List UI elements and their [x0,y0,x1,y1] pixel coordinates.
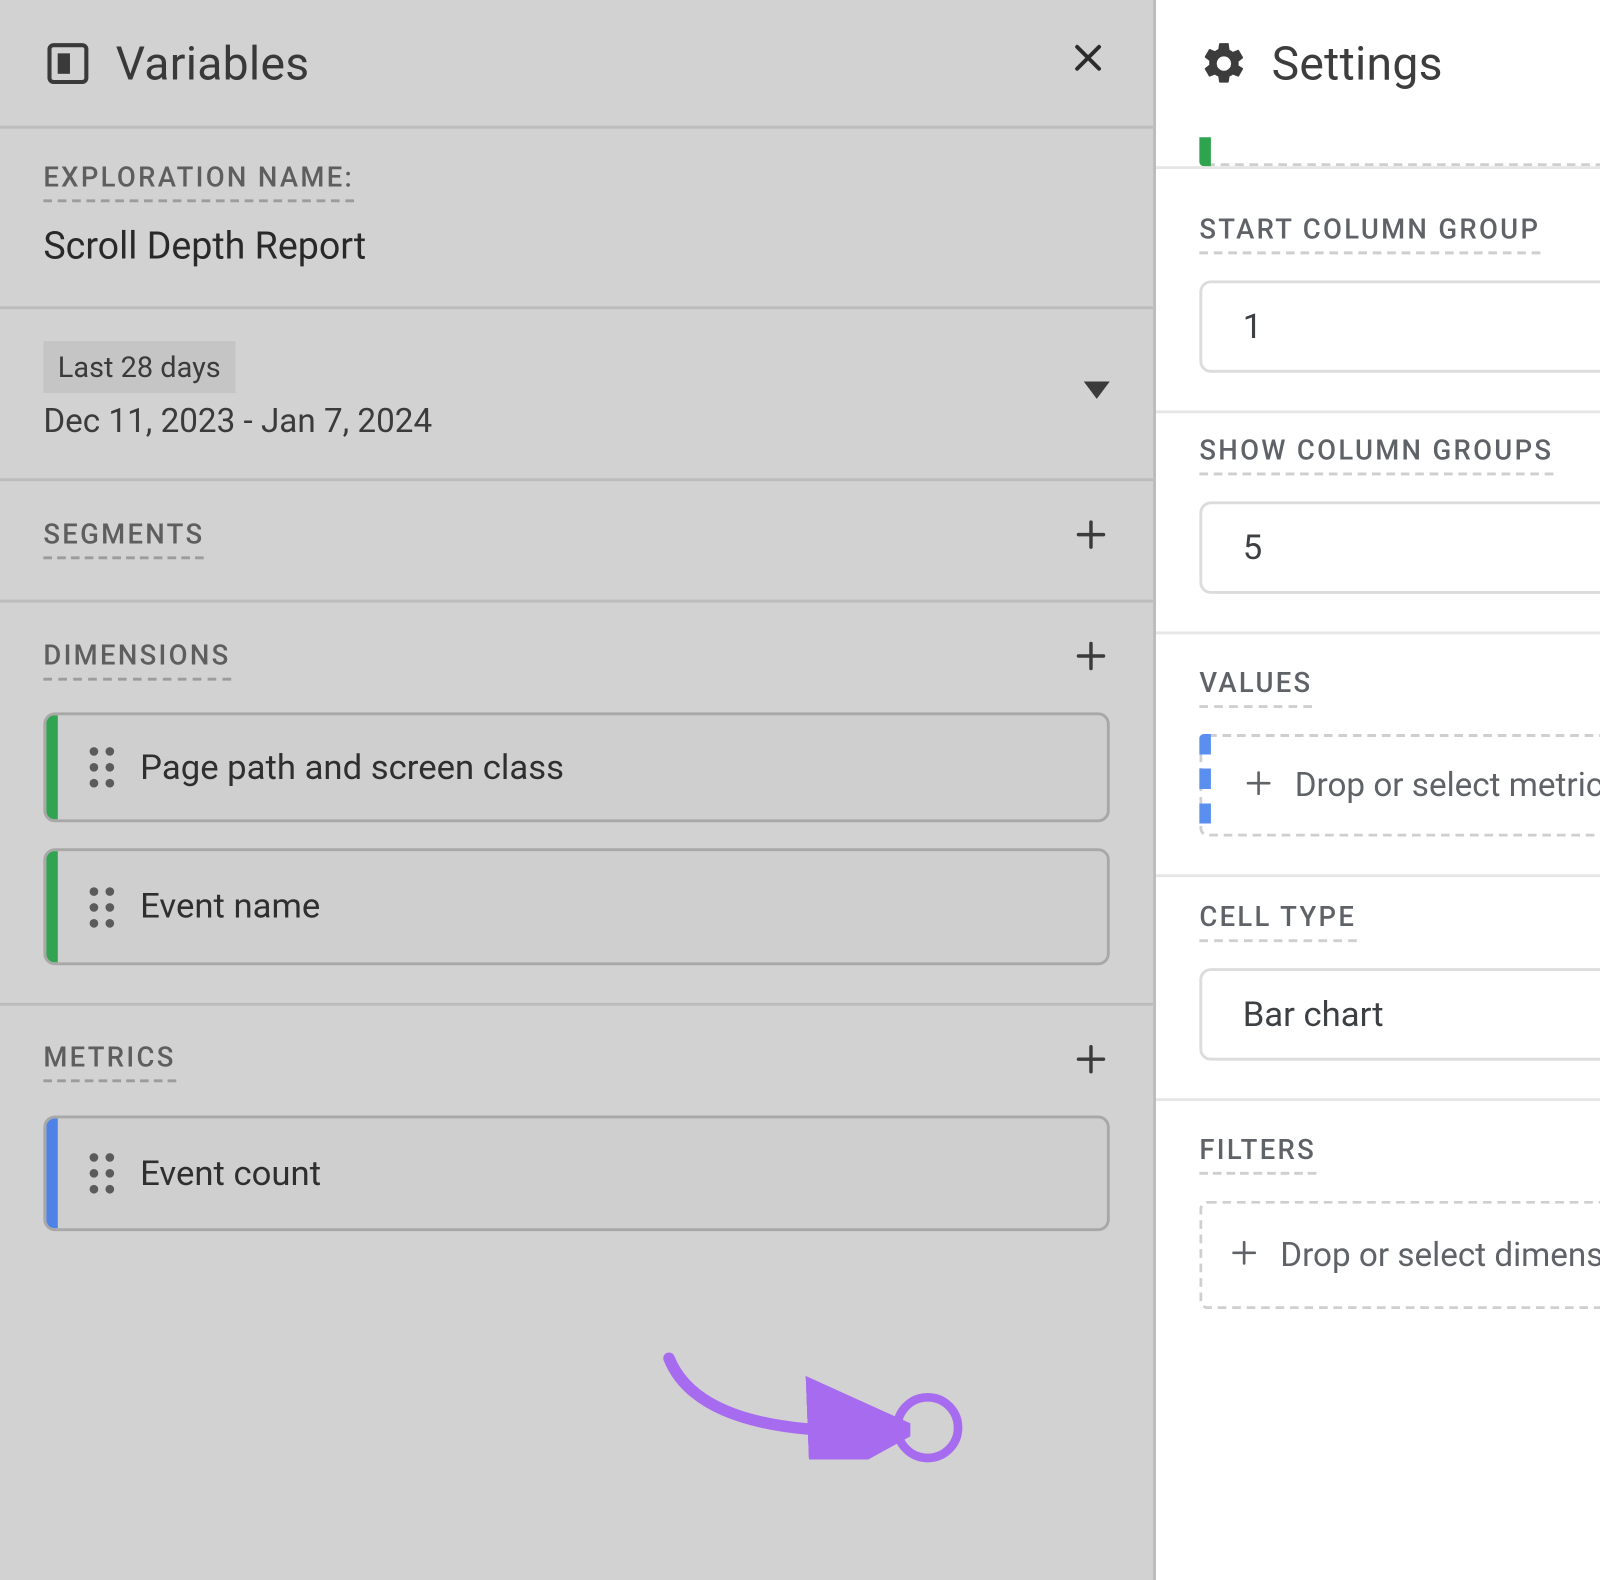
filters-drop-text: Drop or select dimension or metric [1280,1233,1600,1276]
close-variables-button[interactable] [1064,32,1113,94]
show-columns-label: SHOW COLUMN GROUPS [1199,434,1553,476]
variables-panel: Variables EXPLORATION NAME: Scroll Depth… [0,0,1156,1580]
values-drop-text: Drop or select metric [1295,764,1600,807]
values-dropzone[interactable]: Drop or select metric [1199,734,1600,837]
date-range-value: Dec 11, 2023 - Jan 7, 2024 [43,402,432,441]
plus-icon [1243,760,1275,811]
segments-section: SEGMENTS [0,478,1153,599]
metrics-section: METRICS Event count [0,1003,1153,1269]
add-metric-button[interactable] [1072,1037,1110,1086]
add-dimension-button[interactable] [1072,634,1110,683]
previous-dropzone-peek [1199,146,1600,166]
date-preset: Last 28 days [43,341,235,393]
date-range-section[interactable]: Last 28 days Dec 11, 2023 - Jan 7, 2024 [0,306,1153,478]
variables-icon [43,38,92,87]
dimension-chip-label: Event name [134,852,1106,962]
dimensions-section: DIMENSIONS Page path and screen class [0,600,1153,1003]
plus-icon [1228,1230,1260,1281]
values-section: VALUES Drop or select metric [1156,631,1600,874]
metric-chip-label: Event count [134,1118,1106,1228]
drag-handle-icon[interactable] [58,1153,135,1193]
dimension-chip[interactable]: Page path and screen class [43,712,1109,822]
settings-panel: Settings START COLUMN GROUP 1 SHOW COLUM… [1156,0,1600,1580]
variables-title: Variables [116,35,1041,90]
cell-type-select[interactable]: Bar chart [1199,968,1600,1060]
metric-stripe [1199,734,1211,837]
variables-header: Variables [0,0,1153,126]
filters-dropzone[interactable]: Drop or select dimension or metric [1199,1201,1600,1309]
segments-label: SEGMENTS [43,517,204,559]
cell-type-section: CELL TYPE Bar chart [1156,874,1600,1098]
exploration-name-value[interactable]: Scroll Depth Report [43,225,1109,268]
metric-chip[interactable]: Event count [43,1115,1109,1231]
filters-label: FILTERS [1199,1133,1316,1175]
cell-type-label: CELL TYPE [1199,900,1356,942]
metrics-label: METRICS [43,1041,175,1083]
values-label: VALUES [1199,666,1312,708]
start-column-section: START COLUMN GROUP 1 [1156,166,1600,410]
show-columns-select[interactable]: 5 [1199,501,1600,593]
dimension-stripe [1199,137,1211,166]
start-column-input[interactable]: 1 [1199,280,1600,372]
settings-header: Settings [1156,0,1600,126]
drag-handle-icon[interactable] [58,747,135,787]
dimension-stripe [46,852,58,962]
exploration-name-label: EXPLORATION NAME: [43,160,354,202]
settings-title: Settings [1272,35,1600,90]
gear-icon [1199,38,1248,87]
add-segment-button[interactable] [1072,513,1110,562]
cell-type-value: Bar chart [1231,994,1600,1034]
start-column-value: 1 [1231,306,1600,346]
dimension-chip-label: Page path and screen class [134,715,1106,820]
dimension-stripe [46,715,58,820]
dimensions-label: DIMENSIONS [43,638,230,680]
metric-stripe [46,1118,58,1228]
show-columns-section: SHOW COLUMN GROUPS 5 [1156,410,1600,631]
dimension-chip[interactable]: Event name [43,849,1109,965]
drag-handle-icon[interactable] [58,887,135,927]
show-columns-value: 5 [1231,527,1600,567]
start-column-label: START COLUMN GROUP [1199,212,1540,254]
chevron-down-icon [1084,377,1110,404]
filters-section: FILTERS Drop or select dimension or metr… [1156,1098,1600,1347]
exploration-name-section: EXPLORATION NAME: Scroll Depth Report [0,126,1153,307]
